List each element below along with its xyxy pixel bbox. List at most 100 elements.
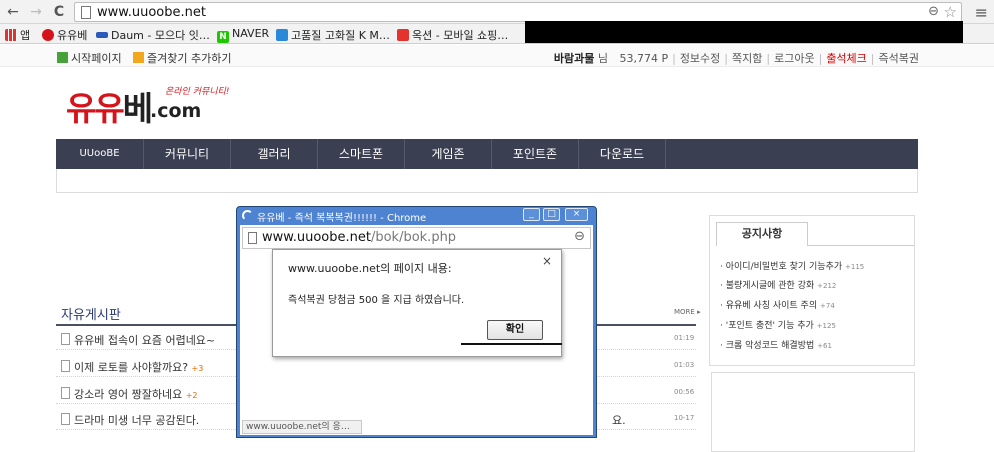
row-time: 01:19 — [674, 334, 695, 342]
ok-button[interactable]: 확인 — [487, 320, 543, 340]
bookmark-star-icon[interactable]: ☆ — [944, 3, 957, 21]
add-favorite-link[interactable]: 즐겨찾기 추가하기 — [133, 50, 231, 66]
focus-underline — [461, 343, 562, 345]
zoom-icon[interactable]: ⊖ — [928, 4, 939, 19]
notice-item[interactable]: · 아이디/비밀번호 찾기 기능추가 +115 — [720, 259, 864, 272]
row-title: 이제 로토를 사야할까요? — [74, 361, 189, 374]
start-page-link[interactable]: 시작페이지 — [57, 50, 122, 66]
nav-pointzone[interactable]: 포인트존 — [492, 139, 579, 169]
more-label: MORE — [674, 308, 695, 316]
site-logo[interactable]: 유유베 .com 온라인 커뮤니티! — [66, 82, 229, 128]
row-time: 10-17 — [674, 414, 695, 422]
nav-download[interactable]: 다운로드 — [579, 139, 666, 169]
notice-tab[interactable]: 공지사항 — [716, 222, 808, 246]
user-name: 바람과물 — [553, 52, 595, 65]
redacted-area — [525, 21, 963, 43]
logout-link[interactable]: 로그아웃 — [774, 52, 814, 65]
bookmark-apps[interactable]: 앱 — [5, 27, 31, 42]
nav-gallery[interactable]: 갤러리 — [231, 139, 318, 169]
document-icon — [61, 387, 70, 399]
logo-script: 온라인 커뮤니티! — [165, 87, 230, 97]
row-comment-count: +2 — [185, 391, 198, 400]
nav-community[interactable]: 커뮤니티 — [144, 139, 231, 169]
naver-favicon-icon: N — [217, 31, 229, 43]
row-title: 강소라 영어 짱잘하네요 — [74, 388, 183, 401]
kmplayer-favicon-icon — [276, 29, 288, 41]
sub-nav — [56, 169, 918, 193]
popup-url-domain: www.uuoobe.net — [262, 230, 371, 245]
bookmark-label: Daum - 모으다 잇… — [111, 29, 210, 42]
notice-count: +74 — [820, 302, 835, 310]
address-bar[interactable]: www.uuoobe.net ⊖ ☆ — [74, 2, 962, 22]
zoom-icon[interactable]: ⊖ — [574, 229, 585, 244]
notice-count: +115 — [845, 263, 865, 271]
nav-gamezone[interactable]: 게임존 — [405, 139, 492, 169]
logo-red: 유유 — [66, 89, 125, 128]
notice-text: 크롬 악성코드 해결방법 — [725, 341, 815, 351]
menu-icon[interactable]: ≡ — [975, 3, 988, 22]
maximize-icon[interactable]: □ — [543, 208, 560, 221]
close-window-icon[interactable]: × — [565, 208, 588, 221]
board-more-link[interactable]: MORE ▸ — [674, 308, 701, 316]
row-comment-count: +3 — [191, 364, 204, 373]
document-icon — [61, 413, 70, 425]
star-icon — [133, 52, 144, 63]
reload-icon[interactable]: C — [50, 3, 68, 21]
popup-address-bar[interactable]: www.uuoobe.net/bok/bok.php ⊖ — [242, 227, 591, 249]
notice-text: 아이디/비밀번호 찾기 기능추가 — [725, 262, 843, 272]
bookmark-uuoobe[interactable]: 유유베 — [42, 27, 88, 42]
bookmark-label: 앱 — [20, 29, 31, 42]
popup-url-path: /bok/bok.php — [370, 230, 457, 245]
notice-text: 유유베 사칭 사이트 주의 — [725, 301, 818, 311]
user-suffix: 님 — [597, 52, 608, 65]
row-time: 01:03 — [674, 361, 695, 369]
row-extra: 요. — [612, 414, 626, 427]
notice-item[interactable]: · 불량게시글에 관한 강화 +212 — [720, 278, 836, 291]
bookmark-naver[interactable]: N NAVER — [217, 27, 270, 43]
tab-divider — [808, 245, 914, 246]
status-bar: www.uuoobe.net의 응… — [242, 420, 362, 434]
notice-item[interactable]: · 크롬 악성코드 해결방법 +61 — [720, 338, 832, 351]
main-nav: UUooBE 커뮤니티 갤러리 스마트폰 게임존 포인트존 다운로드 — [56, 139, 918, 169]
daum-favicon-icon — [96, 32, 108, 38]
dialog-close-icon[interactable]: × — [542, 254, 552, 268]
more-arrow-icon: ▸ — [697, 308, 701, 316]
user-points: 53,774 P — [619, 52, 669, 65]
bookmark-kmplayer[interactable]: 고품질 고화질 K M… — [276, 27, 390, 42]
bookmark-auction[interactable]: 옥션 - 모바일 쇼핑… — [397, 27, 509, 42]
logo-dotcom: .com — [150, 100, 202, 122]
apps-grid-icon — [5, 29, 17, 41]
forward-arrow-icon[interactable]: → — [27, 3, 45, 21]
uuoobe-favicon-icon — [42, 29, 54, 41]
add-favorite-label: 즐겨찾기 추가하기 — [147, 52, 232, 65]
bookmark-label: 고품질 고화질 K M… — [291, 29, 390, 42]
page-icon — [248, 232, 257, 244]
popup-title: 유유베 - 즉석 복복복권!!!!!! - Chrome — [257, 213, 427, 224]
row-title: 유유베 접속이 요즘 어렵네요~ — [74, 334, 216, 347]
board-title[interactable]: 자유게시판 — [61, 304, 121, 323]
bookmark-daum[interactable]: Daum - 모으다 잇… — [96, 27, 210, 42]
minimize-icon[interactable]: _ — [523, 208, 540, 221]
site-top-bar: 시작페이지 즐겨찾기 추가하기 바람과물 님 53,774 P | 정보수정 | 쪽지함… — [0, 45, 994, 67]
back-arrow-icon[interactable]: ← — [4, 3, 22, 21]
address-url[interactable]: www.uuoobe.net — [97, 5, 206, 20]
bookmark-label: 옥션 - 모바일 쇼핑… — [412, 29, 509, 42]
instant-lottery-link[interactable]: 즉석복권 — [879, 52, 919, 65]
notice-count: +61 — [817, 342, 832, 350]
logo-dark: 베 — [122, 89, 153, 128]
auction-favicon-icon — [397, 29, 409, 41]
bookmark-label: 유유베 — [57, 29, 88, 42]
document-icon — [61, 333, 70, 345]
attendance-link[interactable]: 출석체크 — [826, 52, 866, 65]
nav-smartphone[interactable]: 스마트폰 — [318, 139, 405, 169]
bookmark-label: NAVER — [232, 27, 270, 40]
notice-item[interactable]: · 유유베 사칭 사이트 주의 +74 — [720, 298, 835, 311]
notice-item[interactable]: · '포인트 충전' 기능 추가 +125 — [720, 318, 836, 331]
message-box-link[interactable]: 쪽지함 — [732, 52, 762, 65]
nav-uuoobe[interactable]: UUooBE — [56, 139, 144, 169]
dialog-message: 즉석복권 당첨금 500 을 지급 하였습니다. — [288, 295, 465, 306]
notice-box: 공지사항 · 아이디/비밀번호 찾기 기능추가 +115 · 불량게시글에 관한… — [709, 215, 915, 366]
notice-text: 불량게시글에 관한 강화 — [725, 281, 815, 291]
edit-info-link[interactable]: 정보수정 — [680, 52, 720, 65]
page-icon — [81, 6, 91, 19]
